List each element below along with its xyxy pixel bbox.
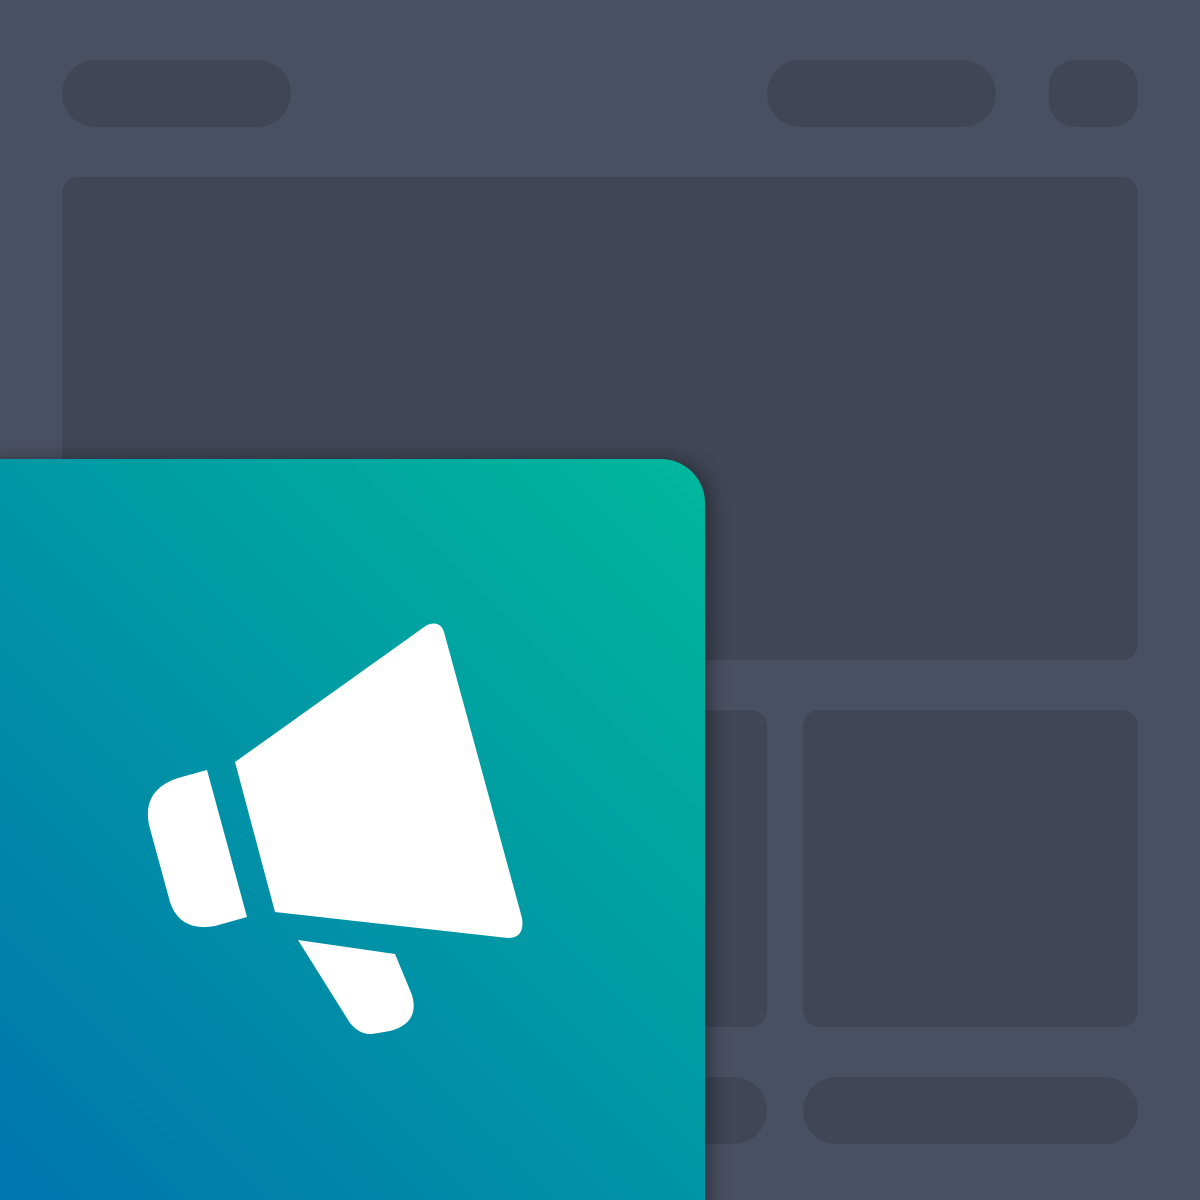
megaphone-icon [147, 623, 523, 1035]
nav-pill-small-placeholder [1049, 60, 1138, 127]
canvas [0, 0, 1200, 1200]
card-right-placeholder [803, 710, 1138, 1027]
footer-pill-right-placeholder [803, 1077, 1138, 1144]
nav-pill-right-placeholder [767, 60, 996, 127]
nav-pill-left-placeholder [62, 60, 291, 127]
